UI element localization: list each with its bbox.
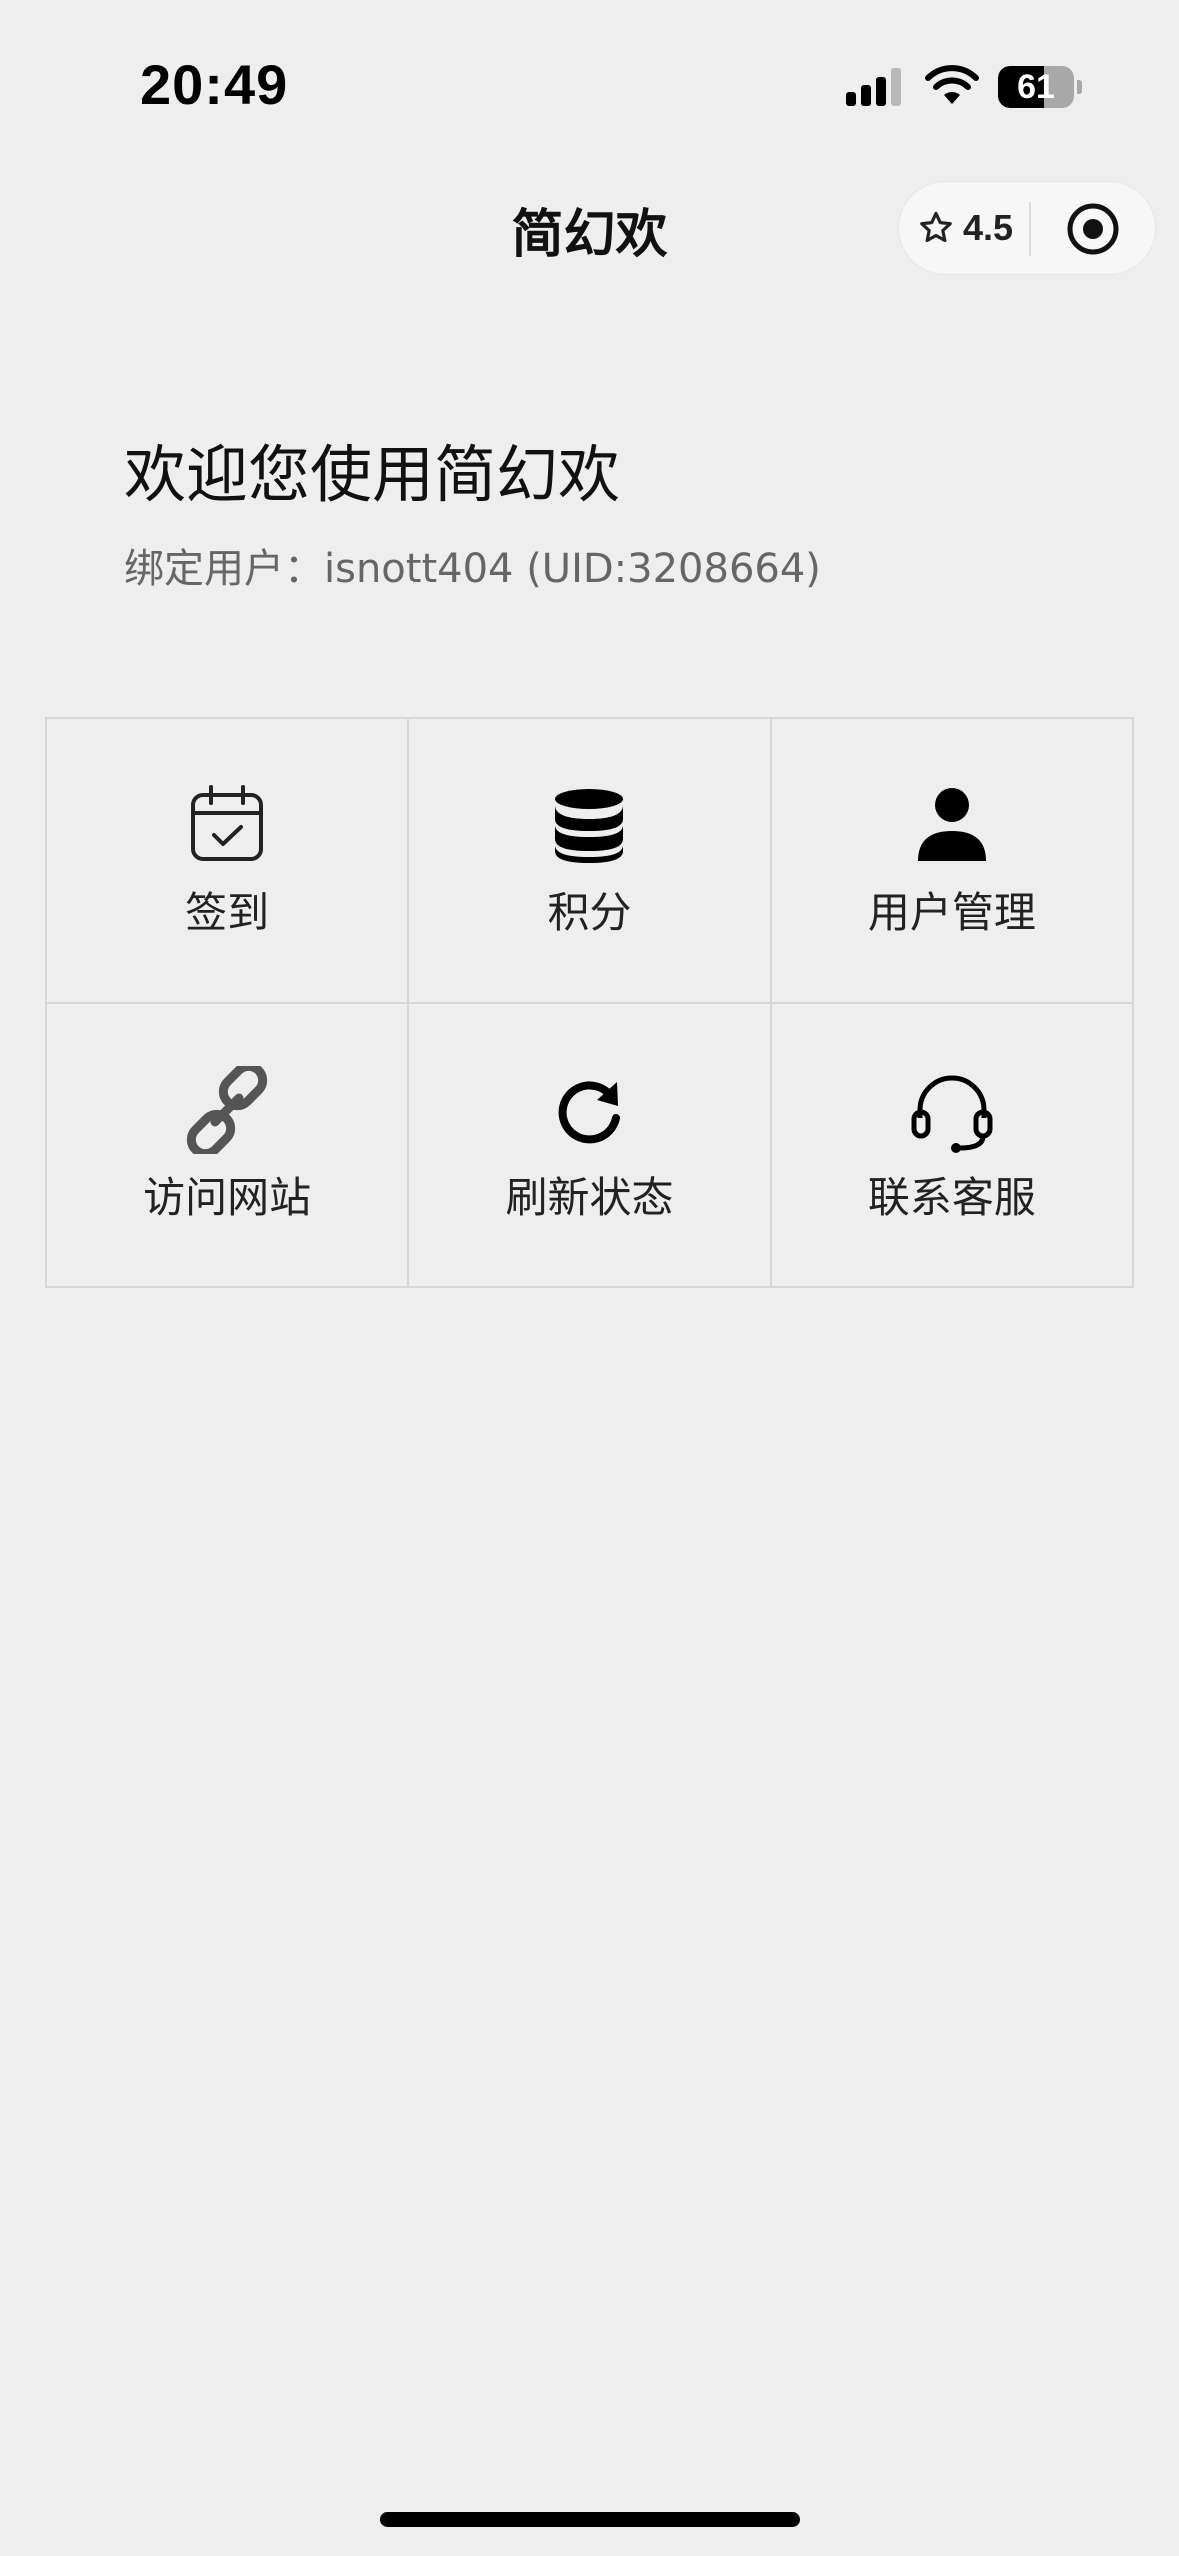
menu-label-points: 积分 (547, 888, 632, 937)
menu-grid: 签到 积分 用户管理 访问网站 刷新状态 联系客服 (45, 717, 1134, 1288)
star-outline-icon (920, 211, 952, 243)
battery-indicator: 61 (998, 66, 1082, 108)
menu-label-contact-support: 联系客服 (867, 1172, 1036, 1222)
menu-label-user-management: 用户管理 (867, 888, 1036, 937)
signal-icon (846, 68, 901, 106)
database-icon (555, 789, 624, 863)
menu-label-visit-website: 访问网站 (143, 1172, 312, 1222)
user-icon (917, 788, 986, 861)
menu-label-refresh-status: 刷新状态 (505, 1172, 674, 1222)
refresh-icon (559, 1080, 621, 1143)
home-indicator[interactable] (380, 2512, 800, 2527)
menu-item-visit-website[interactable]: 访问网站 (47, 1003, 410, 1288)
menu-item-refresh-status[interactable]: 刷新状态 (409, 1003, 772, 1288)
headset-icon (911, 1075, 993, 1153)
battery-percent: 61 (1017, 68, 1055, 106)
status-bar: 20:49 61 (0, 0, 1179, 170)
calendar-check-icon (191, 785, 264, 861)
menu-item-checkin[interactable]: 签到 (47, 719, 410, 1004)
menu-item-points[interactable]: 积分 (409, 719, 772, 1004)
menu-item-contact-support[interactable]: 联系客服 (771, 1003, 1134, 1288)
mini-program-capsule: 4.5 (898, 181, 1156, 275)
rating-button[interactable]: 4.5 (917, 182, 1027, 274)
menu-label-checkin: 签到 (185, 888, 270, 937)
capsule-divider (1029, 202, 1031, 256)
bound-user-info: 绑定用户：isnott404 (UID:3208664) (124, 546, 821, 592)
welcome-title: 欢迎您使用简幻欢 (124, 438, 621, 511)
link-icon (186, 1065, 268, 1154)
target-icon[interactable] (1065, 201, 1121, 257)
wifi-icon (925, 65, 979, 104)
status-time: 20:49 (140, 53, 289, 116)
rating-value: 4.5 (963, 207, 1014, 248)
menu-item-user-management[interactable]: 用户管理 (771, 719, 1134, 1004)
